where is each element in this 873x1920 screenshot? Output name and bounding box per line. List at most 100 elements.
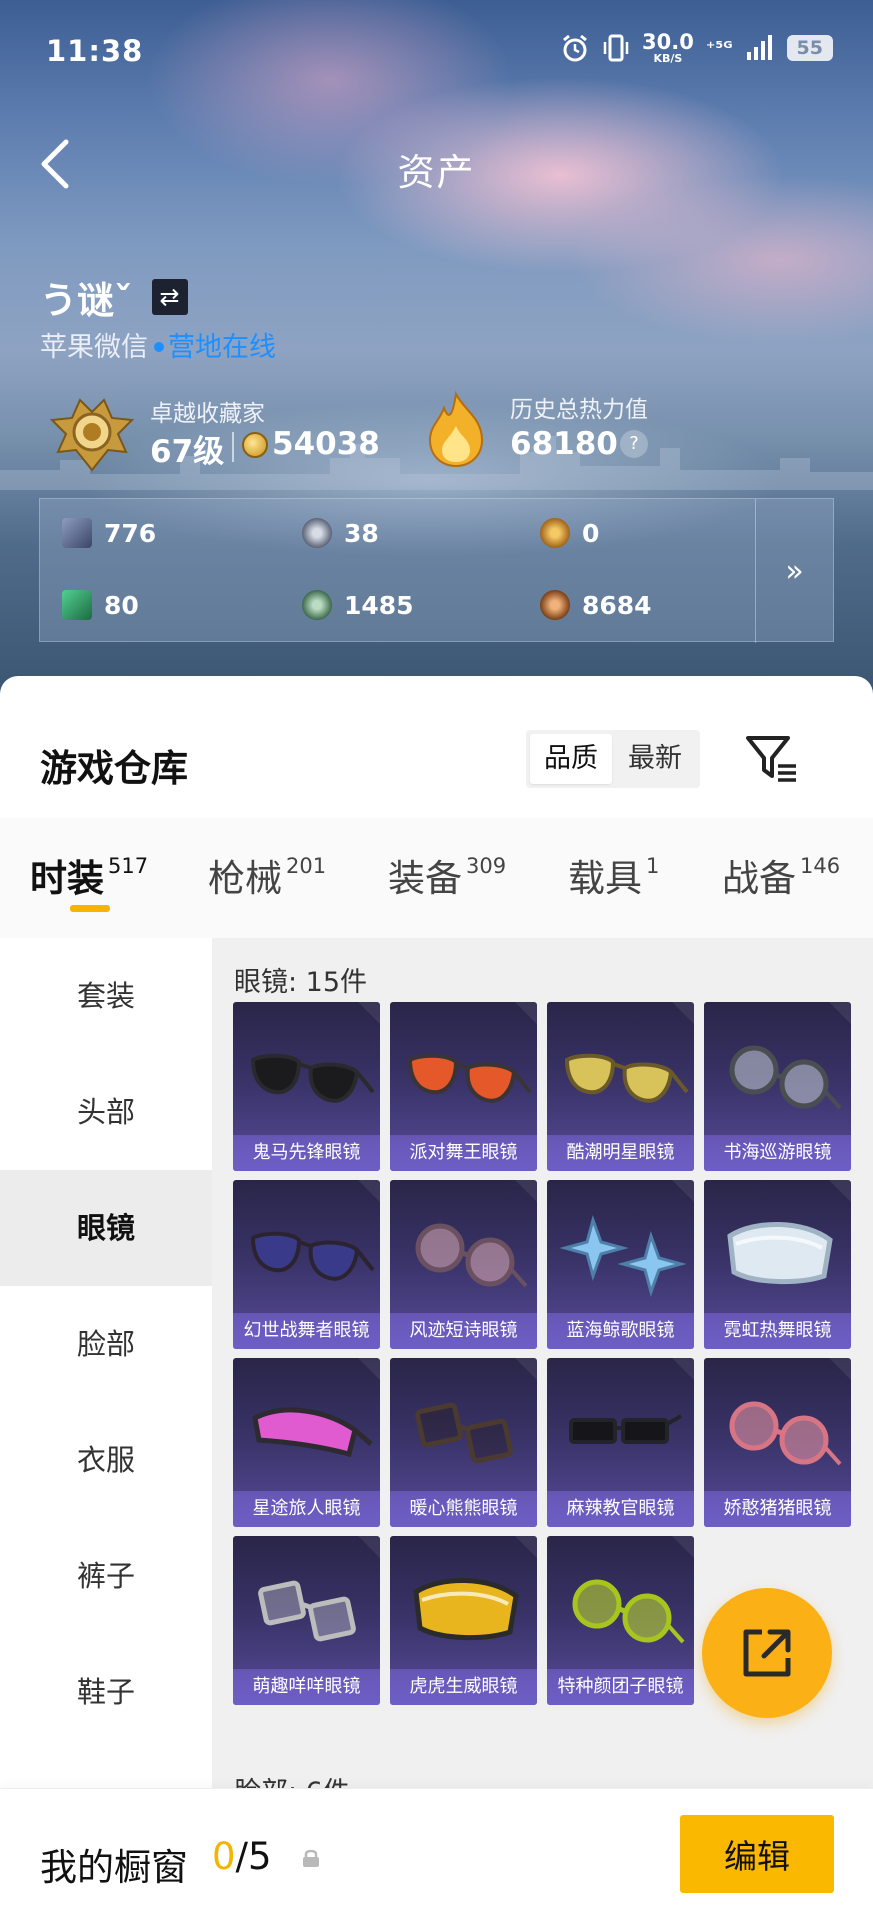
switch-account-icon[interactable]: ⇄ — [151, 279, 188, 315]
presence-status: 营地在线 — [168, 332, 276, 363]
page-title: 资产 — [397, 151, 476, 194]
resource-item[interactable]: 776 — [62, 513, 282, 553]
item-name: 蓝海鲸歌眼镜 — [547, 1313, 694, 1349]
gold-token-icon — [540, 518, 570, 548]
item-name: 书海巡游眼镜 — [704, 1135, 851, 1171]
sort-latest-button[interactable]: 最新 — [614, 734, 696, 784]
external-link-icon — [743, 1629, 791, 1677]
glasses-icon — [729, 1401, 842, 1466]
item-card[interactable]: 暖心熊熊眼镜 — [390, 1358, 537, 1527]
item-name: 风迹短诗眼镜 — [390, 1313, 537, 1349]
item-name: 特种颜团子眼镜 — [547, 1669, 694, 1705]
sidebar-item-pants[interactable]: 裤子 — [0, 1518, 212, 1634]
item-name: 幻世战舞者眼镜 — [233, 1313, 380, 1349]
item-card[interactable]: 鬼马先锋眼镜 — [233, 1002, 380, 1171]
resource-panel: 776 38 0 80 1485 8684 » — [39, 498, 834, 643]
item-card[interactable]: 派对舞王眼镜 — [390, 1002, 537, 1171]
tab-gear[interactable]: 战备 146 — [722, 848, 840, 908]
tab-vehicles[interactable]: 载具 1 — [568, 848, 659, 908]
sidebar-item-shoes[interactable]: 鞋子 — [0, 1634, 212, 1750]
item-card[interactable]: 虎虎生威眼镜 — [390, 1536, 537, 1705]
glasses-icon — [258, 1580, 356, 1642]
green-coin-icon — [302, 590, 332, 620]
sidebar-item-outfit[interactable]: 套装 — [0, 938, 212, 1054]
sort-quality-button[interactable]: 品质 — [530, 734, 612, 784]
item-card[interactable]: 特种颜团子眼镜 — [547, 1536, 694, 1705]
item-name: 暖心熊熊眼镜 — [390, 1491, 537, 1527]
filter-icon[interactable] — [744, 732, 800, 786]
glasses-icon — [729, 1045, 842, 1110]
vibrate-icon — [603, 34, 629, 62]
item-card[interactable]: 书海巡游眼镜 — [704, 1002, 851, 1171]
flame-icon — [428, 390, 484, 468]
tab-equipment[interactable]: 装备 309 — [388, 848, 506, 908]
glasses-icon — [415, 1223, 528, 1288]
divider — [232, 432, 234, 462]
sort-toggle: 品质 最新 — [526, 730, 700, 788]
glasses-icon — [572, 1579, 685, 1644]
warehouse-sheet: 游戏仓库 品质 最新 时装 517 枪械 201 装备 309 载具 1 战备 146 套… — [0, 676, 873, 1920]
user-account-line: 苹果微信 营地在线 — [40, 325, 276, 364]
sidebar-item-clothes[interactable]: 衣服 — [0, 1402, 212, 1518]
lock-icon — [303, 1849, 319, 1867]
resource-item[interactable]: 0 — [540, 513, 760, 553]
active-tab-indicator — [70, 905, 110, 912]
signal-icon — [746, 35, 772, 60]
item-name: 娇憨猪猪眼镜 — [704, 1491, 851, 1527]
glasses-icon — [250, 1053, 375, 1103]
glasses-icon — [250, 1231, 375, 1281]
user-identity: う谜ˇ ⇄ — [40, 270, 188, 324]
more-resources-button[interactable]: » — [755, 499, 833, 643]
status-bar: 11:38 30.0 KB/S ⁺⁵ᴳ 55 — [46, 28, 833, 74]
item-name: 霓虹热舞眼镜 — [704, 1313, 851, 1349]
resource-item[interactable]: 8684 — [540, 585, 760, 625]
collector-badge-icon — [49, 398, 135, 472]
warehouse-title: 游戏仓库 — [40, 747, 188, 790]
sidebar-item-head[interactable]: 头部 — [0, 1054, 212, 1170]
user-name: う谜ˇ — [40, 279, 133, 322]
share-button[interactable] — [702, 1588, 832, 1718]
item-card[interactable]: 麻辣教官眼镜 — [547, 1358, 694, 1527]
status-icons: 30.0 KB/S ⁺⁵ᴳ 55 — [560, 32, 833, 64]
glasses-icon — [569, 1414, 682, 1444]
item-card[interactable]: 蓝海鲸歌眼镜 — [547, 1180, 694, 1349]
tab-firearms[interactable]: 枪械 201 — [208, 848, 326, 908]
alarm-icon — [563, 34, 587, 62]
subcategory-sidebar: 套装 头部 眼镜 脸部 衣服 裤子 鞋子 — [0, 938, 212, 1920]
sidebar-item-face[interactable]: 脸部 — [0, 1286, 212, 1402]
tab-fashion[interactable]: 时装 517 — [30, 848, 148, 908]
item-card[interactable]: 酷潮明星眼镜 — [547, 1002, 694, 1171]
item-card[interactable]: 星途旅人眼镜 — [233, 1358, 380, 1527]
bronze-coin-icon — [540, 590, 570, 620]
glasses-icon — [727, 1221, 833, 1285]
item-card[interactable]: 幻世战舞者眼镜 — [233, 1180, 380, 1349]
item-list[interactable]: 眼镜: 15件 鬼马先锋眼镜 派对舞王眼镜 酷潮明星眼镜 书海巡游眼镜幻世战舞者眼镜风… — [212, 938, 873, 1920]
item-name: 虎虎生威眼镜 — [390, 1669, 537, 1705]
sidebar-item-glasses[interactable]: 眼镜 — [0, 1170, 212, 1286]
glasses-icon — [252, 1407, 373, 1458]
glasses-icon — [415, 1402, 513, 1464]
showcase-count: 0/5 — [212, 1835, 272, 1878]
item-card[interactable]: 风迹短诗眼镜 — [390, 1180, 537, 1349]
edit-button[interactable]: 编辑 — [680, 1815, 834, 1893]
account-source: 苹果微信 — [40, 332, 148, 363]
silver-token-icon — [302, 518, 332, 548]
glasses-icon — [413, 1577, 519, 1641]
item-card[interactable]: 萌趣咩咩眼镜 — [233, 1536, 380, 1705]
item-card[interactable]: 霓虹热舞眼镜 — [704, 1180, 851, 1349]
showcase-title: 我的橱窗 — [40, 1846, 188, 1889]
rank-title: 卓越收藏家 — [150, 401, 265, 427]
item-name: 派对舞王眼镜 — [390, 1135, 537, 1171]
top-nav: 资产 — [0, 130, 873, 200]
profile-header: 11:38 30.0 KB/S ⁺⁵ᴳ 55 资产 う谜ˇ ⇄ 苹果微信 营地在线… — [0, 0, 873, 700]
resource-item[interactable]: 38 — [302, 513, 522, 553]
item-card[interactable]: 娇憨猪猪眼镜 — [704, 1358, 851, 1527]
item-name: 星途旅人眼镜 — [233, 1491, 380, 1527]
section-title-glasses: 眼镜: 15件 — [234, 967, 368, 998]
resource-item[interactable]: 1485 — [302, 585, 522, 625]
resource-item[interactable]: 80 — [62, 585, 282, 625]
card-pack-icon — [62, 518, 92, 548]
clock: 11:38 — [46, 34, 144, 68]
help-icon[interactable]: ? — [620, 430, 648, 458]
item-name: 麻辣教官眼镜 — [547, 1491, 694, 1527]
